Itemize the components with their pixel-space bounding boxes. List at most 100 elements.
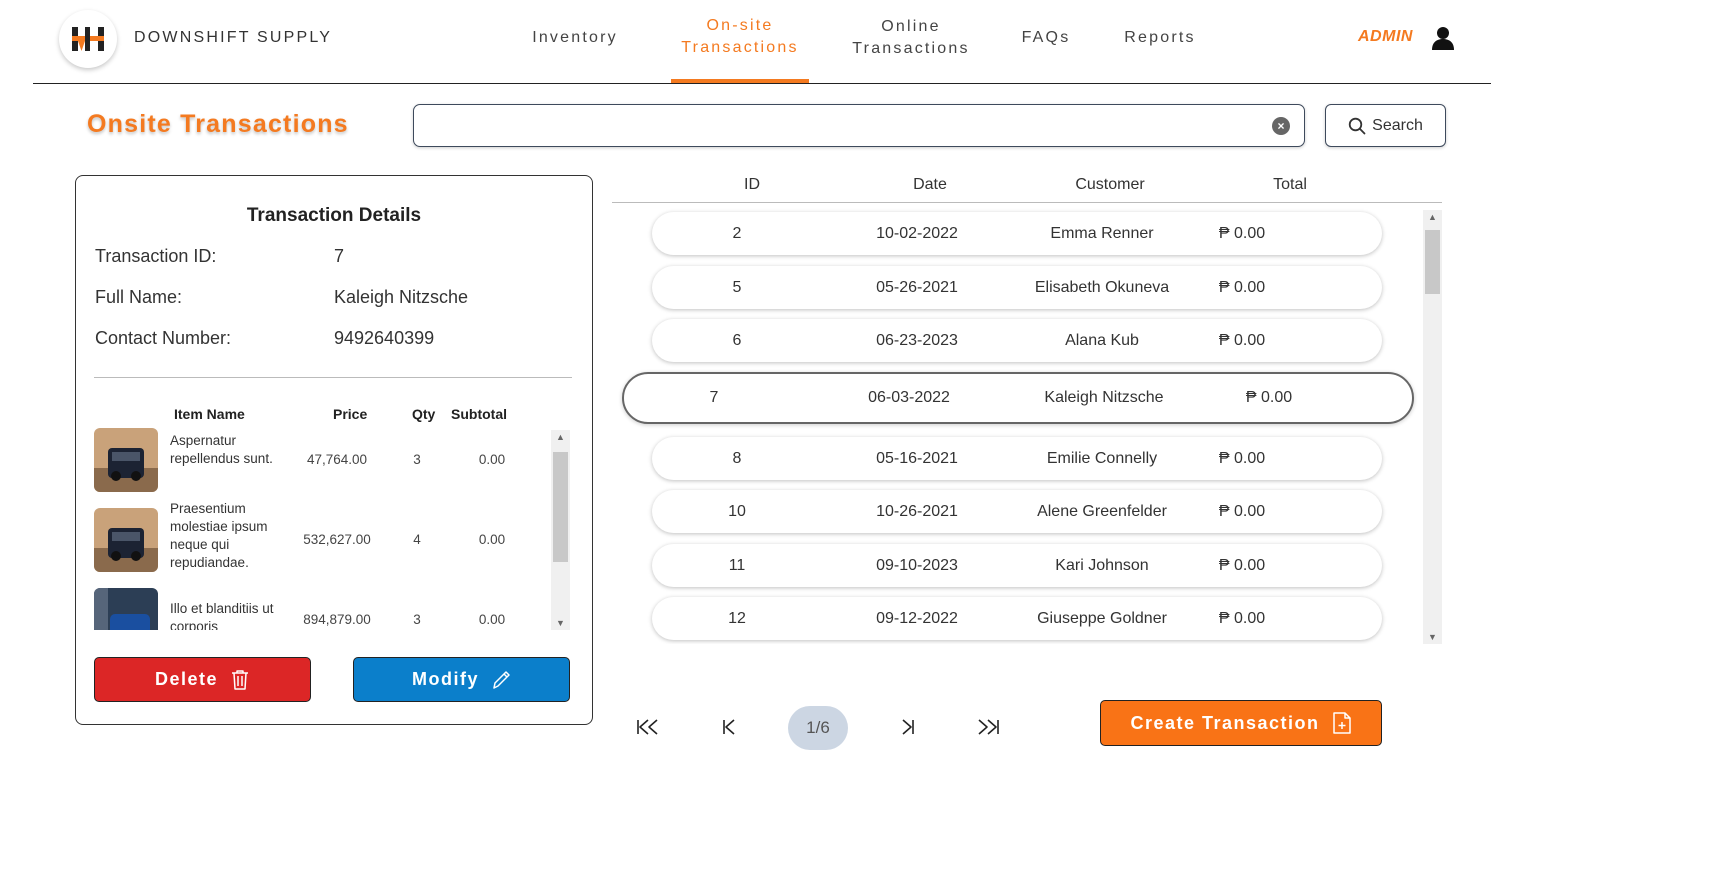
scroll-down-icon[interactable]: ▼ — [551, 616, 570, 630]
clear-search-icon[interactable]: × — [1272, 117, 1290, 135]
items-list[interactable]: Aspernatur repellendus sunt. 47,764.00 3… — [94, 428, 548, 630]
cell-date: 09-12-2022 — [876, 609, 958, 627]
item-image — [94, 428, 158, 492]
table-header-divider — [612, 202, 1442, 203]
col-header-customer[interactable]: Customer — [1050, 176, 1170, 194]
nav-inventory-label: Inventory — [532, 29, 618, 46]
last-page-button[interactable] — [973, 715, 1003, 739]
create-transaction-button[interactable]: Create Transaction — [1100, 700, 1382, 746]
items-scroll-thumb[interactable] — [553, 452, 568, 562]
user-icon[interactable] — [1430, 25, 1456, 51]
contact-number-value: 9492640399 — [334, 328, 435, 348]
nav-onsite-line1: On-site — [706, 17, 774, 34]
cell-total: ₱ 0.00 — [1218, 502, 1266, 520]
transactions-table[interactable]: 2 10-02-2022 Emma Renner ₱ 0.00 5 05-26-… — [612, 204, 1424, 644]
item-image — [94, 588, 158, 630]
cell-date: 06-03-2022 — [868, 389, 950, 406]
previous-page-button[interactable] — [714, 715, 744, 739]
search-button[interactable]: Search — [1325, 104, 1446, 147]
modify-button-label: Modify — [412, 669, 479, 689]
item-image — [94, 508, 158, 572]
cell-customer: Emma Renner — [1050, 224, 1154, 242]
nav-onsite-transactions[interactable]: On-site Transactions — [664, 15, 816, 59]
cell-id: 8 — [732, 449, 742, 467]
table-row[interactable]: 8 05-16-2021 Emilie Connelly ₱ 0.00 — [652, 437, 1382, 480]
item-subtotal: 0.00 — [478, 532, 506, 547]
cell-total: ₱ 0.00 — [1218, 449, 1266, 467]
page-title: Onsite Transactions — [87, 110, 349, 138]
table-row-selected[interactable]: 7 06-03-2022 Kaleigh Nitzsche ₱ 0.00 — [622, 372, 1414, 424]
first-page-icon — [637, 719, 658, 735]
table-row[interactable]: 2 10-02-2022 Emma Renner ₱ 0.00 — [652, 212, 1382, 255]
table-row[interactable]: 6 06-23-2023 Alana Kub ₱ 0.00 — [652, 319, 1382, 362]
cell-total: ₱ 0.00 — [1218, 331, 1266, 349]
last-page-icon — [978, 719, 999, 735]
details-title: Transaction Details — [246, 205, 422, 226]
item-name: Praesentium molestiae ipsum neque qui re… — [170, 501, 268, 570]
scroll-down-icon[interactable]: ▼ — [1423, 630, 1442, 644]
nav-faqs[interactable]: FAQs — [1010, 27, 1082, 49]
transaction-id-value: 7 — [334, 246, 345, 266]
delete-button-label: Delete — [154, 669, 219, 689]
cell-total: ₱ 0.00 — [1245, 389, 1293, 406]
previous-page-icon — [723, 719, 735, 735]
nav-online-transactions[interactable]: Online Transactions — [835, 16, 987, 60]
brand-logo[interactable] — [59, 10, 117, 68]
full-name-value: Kaleigh Nitzsche — [334, 287, 469, 307]
item-price: 894,879.00 — [303, 612, 371, 627]
nav-online-line1: Online — [881, 18, 941, 35]
table-scrollbar[interactable]: ▲ ▼ — [1423, 210, 1442, 644]
cell-id: 11 — [728, 556, 746, 574]
admin-label[interactable]: ADMIN — [1358, 28, 1413, 46]
first-page-button[interactable] — [633, 715, 663, 739]
header-divider — [33, 83, 1491, 84]
table-row[interactable]: 12 09-12-2022 Giuseppe Goldner ₱ 0.00 — [652, 597, 1382, 640]
item-qty: 3 — [413, 612, 421, 627]
brand-name: DOWNSHIFT SUPPLY — [134, 29, 333, 46]
items-col-subtotal: Subtotal — [451, 406, 507, 422]
next-page-button[interactable] — [893, 715, 923, 739]
transaction-details-panel: Transaction Details Transaction ID: 7 Fu… — [75, 175, 593, 725]
cell-date: 05-16-2021 — [876, 449, 958, 467]
item-price: 47,764.00 — [306, 452, 368, 467]
scroll-up-icon[interactable]: ▲ — [551, 430, 570, 444]
cell-date: 09-10-2023 — [876, 556, 958, 574]
scroll-up-icon[interactable]: ▲ — [1423, 210, 1442, 224]
cell-total: ₱ 0.00 — [1218, 556, 1266, 574]
cell-date: 10-02-2022 — [876, 224, 958, 242]
nav-reports[interactable]: Reports — [1110, 27, 1210, 49]
search-icon — [1348, 117, 1366, 134]
details-divider — [94, 377, 572, 378]
modify-button[interactable]: Modify — [353, 657, 570, 702]
delete-button[interactable]: Delete — [94, 657, 311, 702]
col-header-total[interactable]: Total — [1240, 176, 1340, 194]
cell-date: 10-26-2021 — [876, 502, 958, 520]
cell-customer: Kaleigh Nitzsche — [1044, 389, 1164, 406]
nav-inventory[interactable]: Inventory — [520, 27, 630, 49]
nav-online-line2: Transactions — [852, 40, 970, 57]
table-scroll-thumb[interactable] — [1425, 230, 1440, 294]
col-header-date[interactable]: Date — [880, 176, 980, 194]
cell-id: 12 — [728, 609, 746, 627]
nav-onsite-line2: Transactions — [681, 39, 799, 56]
item-price: 532,627.00 — [303, 532, 371, 547]
cell-customer: Kari Johnson — [1055, 556, 1149, 574]
item-name: Illo et blanditiis ut corporis — [170, 601, 274, 630]
cell-customer: Alana Kub — [1065, 331, 1139, 349]
cell-total: ₱ 0.00 — [1218, 609, 1266, 627]
cell-total: ₱ 0.00 — [1218, 224, 1266, 242]
table-row[interactable]: 11 09-10-2023 Kari Johnson ₱ 0.00 — [652, 544, 1382, 587]
search-input[interactable] — [413, 104, 1305, 147]
cell-customer: Alene Greenfelder — [1037, 502, 1167, 520]
search-button-label: Search — [1372, 116, 1423, 134]
col-header-id[interactable]: ID — [702, 176, 802, 194]
items-col-qty: Qty — [412, 406, 436, 422]
transaction-id-label: Transaction ID: — [95, 246, 217, 266]
logo-icon — [72, 27, 104, 51]
full-name-label: Full Name: — [95, 287, 183, 307]
items-scrollbar[interactable]: ▲ ▼ — [551, 430, 570, 630]
items-col-price: Price — [333, 406, 368, 422]
table-row[interactable]: 10 10-26-2021 Alene Greenfelder ₱ 0.00 — [652, 490, 1382, 533]
table-row[interactable]: 5 05-26-2021 Elisabeth Okuneva ₱ 0.00 — [652, 266, 1382, 309]
cell-id: 2 — [732, 224, 742, 242]
